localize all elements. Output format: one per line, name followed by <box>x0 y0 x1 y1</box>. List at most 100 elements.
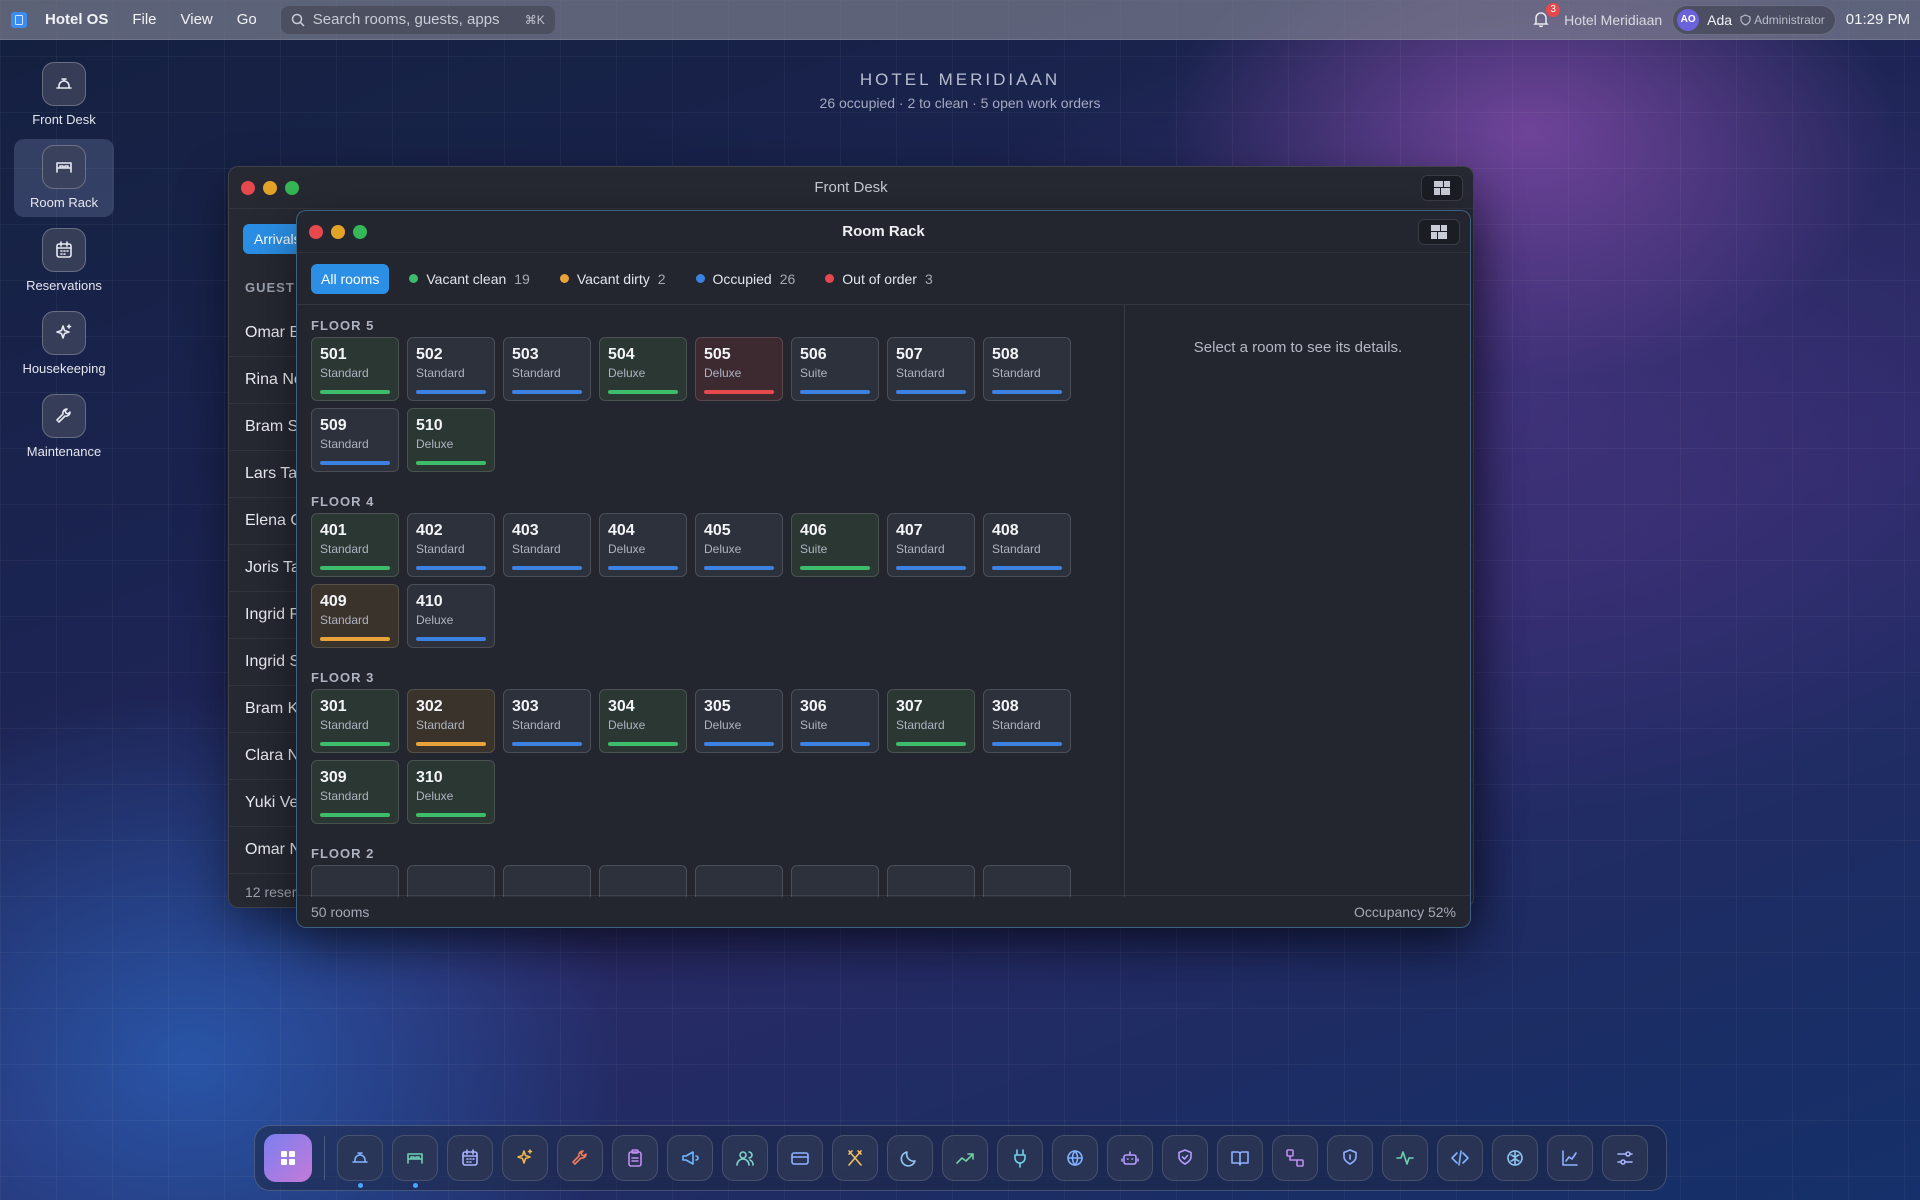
room-tile[interactable]: 309 Standard <box>311 760 399 824</box>
room-tile[interactable]: 508 Standard <box>983 337 1071 401</box>
left-dock-item-maintenance[interactable]: Maintenance <box>14 388 114 466</box>
dock-item-globe[interactable] <box>1052 1135 1098 1181</box>
dock-item-utensils[interactable] <box>832 1135 878 1181</box>
room-tile[interactable]: 306 Suite <box>791 689 879 753</box>
dock-item-workflow[interactable] <box>1272 1135 1318 1181</box>
room-tile[interactable]: 510 Deluxe <box>407 408 495 472</box>
room-tile[interactable]: 409 Standard <box>311 584 399 648</box>
room-number: 310 <box>416 769 443 786</box>
menu-view[interactable]: View <box>181 11 213 28</box>
left-dock-item-front-desk[interactable]: Front Desk <box>14 56 114 134</box>
room-rack-titlebar[interactable]: Room Rack <box>297 211 1470 253</box>
left-dock-item-room-rack[interactable]: Room Rack <box>14 139 114 217</box>
dock-item-activity[interactable] <box>1382 1135 1428 1181</box>
room-tile[interactable] <box>599 865 687 897</box>
minimize-button[interactable] <box>263 180 277 195</box>
room-type: Standard <box>416 542 465 556</box>
app-logo-icon[interactable] <box>11 11 27 28</box>
room-tile[interactable]: 402 Standard <box>407 513 495 577</box>
room-tile[interactable] <box>887 865 975 897</box>
app-name[interactable]: Hotel OS <box>45 11 108 28</box>
filter-all-rooms[interactable]: All rooms <box>311 263 390 294</box>
room-tile[interactable]: 310 Deluxe <box>407 760 495 824</box>
room-tile[interactable]: 401 Standard <box>311 513 399 577</box>
dock-item-sparkles[interactable] <box>502 1135 548 1181</box>
room-type: Standard <box>992 718 1041 732</box>
room-tile[interactable] <box>311 865 399 897</box>
menu-go[interactable]: Go <box>237 11 257 28</box>
room-tile[interactable]: 502 Standard <box>407 337 495 401</box>
filter-out-of-order[interactable]: Out of order 3 <box>815 264 943 294</box>
layout-grid-icon <box>1434 181 1450 195</box>
room-tile[interactable]: 301 Standard <box>311 689 399 753</box>
room-tile[interactable] <box>695 865 783 897</box>
dock-item-code[interactable] <box>1437 1135 1483 1181</box>
user-name: Ada <box>1707 11 1733 28</box>
room-tile[interactable]: 509 Standard <box>311 408 399 472</box>
room-tile[interactable]: 407 Standard <box>887 513 975 577</box>
front-desk-titlebar[interactable]: Front Desk <box>229 167 1473 209</box>
dock-item-sliders[interactable] <box>1602 1135 1648 1181</box>
dock-item-grid[interactable] <box>264 1134 312 1182</box>
left-dock-item-reservations[interactable]: Reservations <box>14 222 114 300</box>
filter-occupied[interactable]: Occupied 26 <box>686 264 806 294</box>
room-tile[interactable]: 505 Deluxe <box>695 337 783 401</box>
room-tile[interactable]: 403 Standard <box>503 513 591 577</box>
room-tile[interactable]: 404 Deluxe <box>599 513 687 577</box>
room-tile[interactable] <box>983 865 1071 897</box>
dock-item-trending-up[interactable] <box>942 1135 988 1181</box>
menu-file[interactable]: File <box>132 11 156 28</box>
room-tile[interactable]: 503 Standard <box>503 337 591 401</box>
room-tile[interactable]: 302 Standard <box>407 689 495 753</box>
dock-item-wrench[interactable] <box>557 1135 603 1181</box>
filter-vacant-clean[interactable]: Vacant clean 19 <box>399 264 539 294</box>
room-tile[interactable]: 303 Standard <box>503 689 591 753</box>
dock-item-plug[interactable] <box>997 1135 1043 1181</box>
room-tile[interactable]: 501 Standard <box>311 337 399 401</box>
dock-item-bot[interactable] <box>1107 1135 1153 1181</box>
room-tile[interactable]: 307 Standard <box>887 689 975 753</box>
dock-item-chart[interactable] <box>1547 1135 1593 1181</box>
maximize-button[interactable] <box>353 224 367 239</box>
room-tile[interactable]: 507 Standard <box>887 337 975 401</box>
filter-vacant-dirty[interactable]: Vacant dirty 2 <box>550 264 676 294</box>
dock-item-shield-check[interactable] <box>1162 1135 1208 1181</box>
dock-item-shield[interactable] <box>1327 1135 1373 1181</box>
room-tile[interactable]: 504 Deluxe <box>599 337 687 401</box>
dock-item-brain[interactable] <box>1492 1135 1538 1181</box>
room-tile[interactable]: 410 Deluxe <box>407 584 495 648</box>
minimize-button[interactable] <box>331 224 345 239</box>
layout-button[interactable] <box>1418 219 1460 245</box>
dock-item-users[interactable] <box>722 1135 768 1181</box>
room-tile[interactable]: 308 Standard <box>983 689 1071 753</box>
dock-item-book[interactable] <box>1217 1135 1263 1181</box>
dock-item-bed[interactable] <box>392 1135 438 1188</box>
room-tile[interactable]: 406 Suite <box>791 513 879 577</box>
dock-item-clipboard[interactable] <box>612 1135 658 1181</box>
status-dot <box>825 274 835 283</box>
room-tile[interactable] <box>407 865 495 897</box>
user-menu[interactable]: AO Ada Administrator <box>1672 4 1836 35</box>
room-tile[interactable]: 304 Deluxe <box>599 689 687 753</box>
close-button[interactable] <box>241 180 255 195</box>
dock-item-megaphone[interactable] <box>667 1135 713 1181</box>
close-button[interactable] <box>309 224 323 239</box>
room-tile[interactable]: 405 Deluxe <box>695 513 783 577</box>
layout-button[interactable] <box>1421 175 1463 201</box>
left-dock-item-housekeeping[interactable]: Housekeeping <box>14 305 114 383</box>
room-type: Standard <box>320 542 369 556</box>
global-search[interactable]: Search rooms, guests, apps ⌘K <box>280 5 555 34</box>
maximize-button[interactable] <box>285 180 299 195</box>
room-tile[interactable]: 506 Suite <box>791 337 879 401</box>
dock-item-calendar[interactable] <box>447 1135 493 1181</box>
floor-label: FLOOR 3 <box>311 670 375 685</box>
dock-item-credit-card[interactable] <box>777 1135 823 1181</box>
room-tile[interactable] <box>503 865 591 897</box>
room-tile[interactable]: 408 Standard <box>983 513 1071 577</box>
dock-item-bell[interactable] <box>337 1135 383 1188</box>
room-tile[interactable] <box>791 865 879 897</box>
notifications-button[interactable]: 3 <box>1532 2 1561 30</box>
room-tile[interactable]: 305 Deluxe <box>695 689 783 753</box>
dock-item-moon[interactable] <box>887 1135 933 1181</box>
room-status-bar <box>320 813 390 817</box>
